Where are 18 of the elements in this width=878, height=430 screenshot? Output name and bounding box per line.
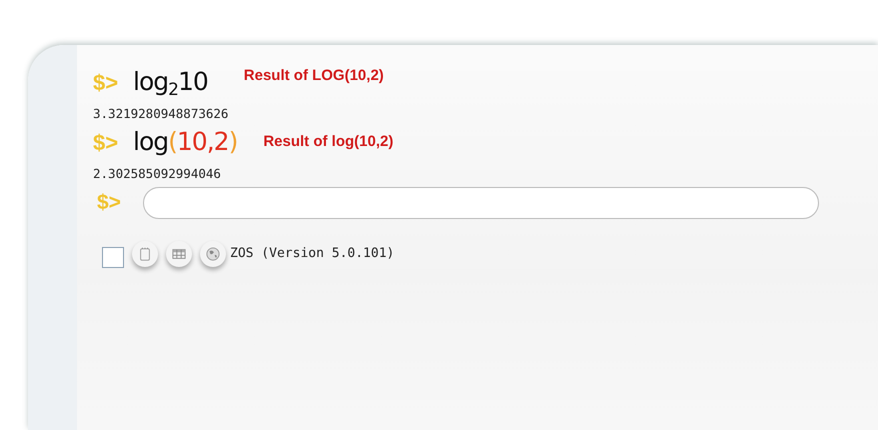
toolbar-button[interactable] xyxy=(166,240,192,266)
expression: log$_{2}$10 xyxy=(133,67,208,100)
toolbar-button[interactable] xyxy=(132,240,158,266)
table-icon xyxy=(172,246,186,260)
prompt-symbol: $> xyxy=(93,130,120,156)
result-text: 2.302585092994046 xyxy=(93,166,222,181)
result-text: 3.3219280948873626 xyxy=(93,106,230,121)
toolbar-button[interactable] xyxy=(200,240,226,266)
annotation: Result of log(10,2) xyxy=(263,133,394,150)
notepad-icon xyxy=(138,246,152,260)
prompt-symbol: $> xyxy=(96,191,122,215)
version-text: ZOS (Version 5.0.101) xyxy=(230,246,394,261)
globe-icon xyxy=(206,246,220,260)
command-input[interactable] xyxy=(143,187,819,219)
prompt-symbol: $> xyxy=(93,70,120,96)
annotation: Result of LOG(10,2) xyxy=(244,67,384,84)
checkbox[interactable] xyxy=(102,247,124,268)
expression: log(10,2) xyxy=(133,127,238,156)
